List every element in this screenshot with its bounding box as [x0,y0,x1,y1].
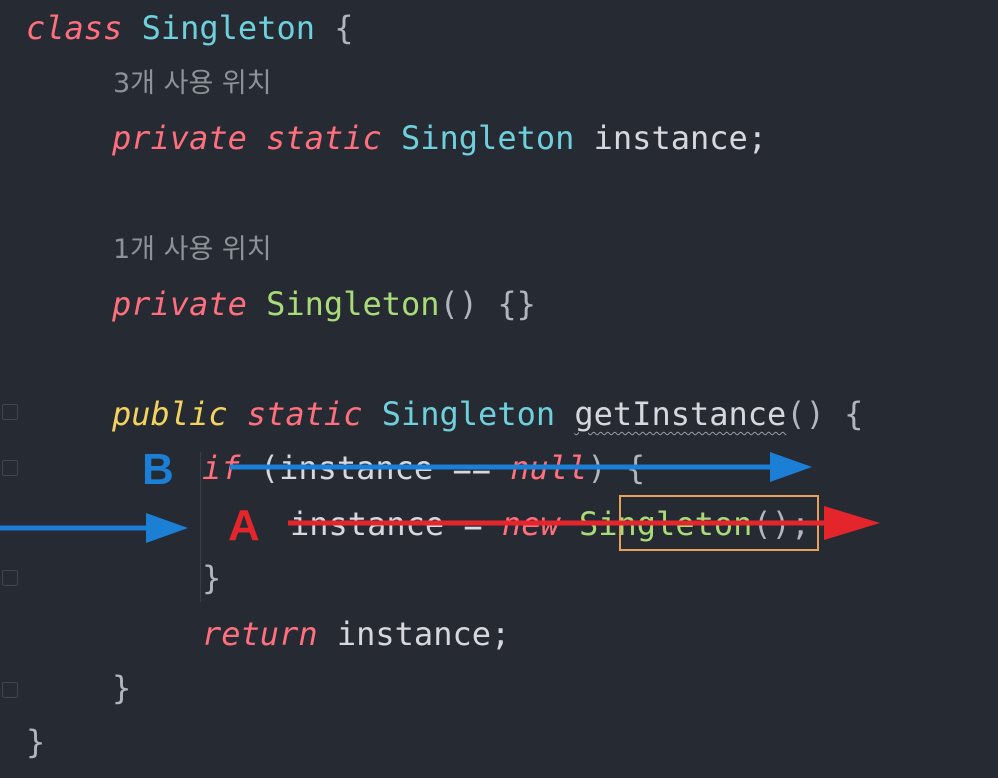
blue-arrow-head [770,452,812,482]
red-arrow-head [824,506,880,540]
annotation-overlay [0,452,880,543]
blue-pointer-head [146,513,188,543]
